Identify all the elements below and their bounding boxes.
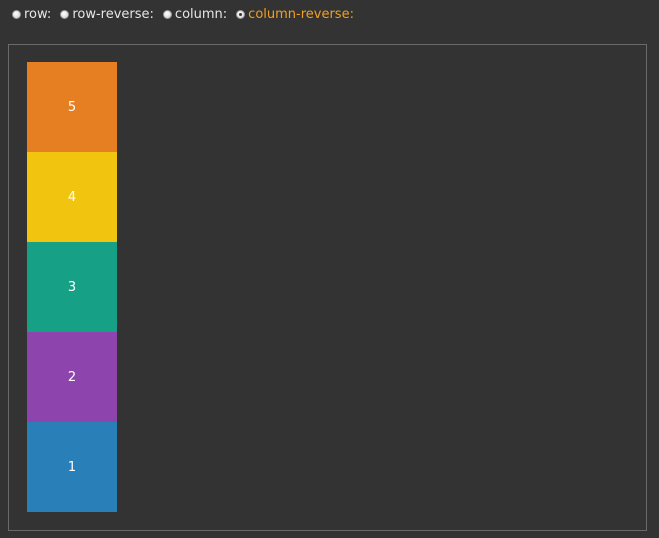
option-column[interactable]: column: — [162, 6, 228, 22]
flex-item-4-label: 4 — [67, 189, 77, 205]
flex-item-4: 4 — [27, 152, 117, 242]
flex-item-3-label: 3 — [67, 279, 77, 295]
option-row-label: row: — [24, 6, 52, 22]
flex-item-3: 3 — [27, 242, 117, 332]
option-column-label: column: — [174, 6, 228, 22]
flex-item-5: 5 — [27, 62, 117, 152]
option-row-reverse[interactable]: row-reverse: — [60, 7, 154, 22]
flex-item-1-label: 1 — [67, 459, 77, 475]
flex-container: 1 2 3 4 5 — [8, 44, 647, 531]
radio-row-reverse[interactable] — [60, 9, 70, 19]
option-row-reverse-label: row-reverse: — [72, 6, 154, 22]
radio-row[interactable] — [12, 9, 21, 19]
option-column-reverse-label: column-reverse: — [248, 6, 354, 22]
flex-items-stack: 1 2 3 4 5 — [27, 62, 117, 512]
option-column-reverse[interactable]: column-reverse: — [236, 7, 354, 22]
flex-item-5-label: 5 — [67, 99, 77, 115]
radio-column-reverse[interactable] — [236, 9, 246, 19]
radio-column[interactable] — [162, 9, 172, 19]
flex-direction-options: row: row-reverse: column: column-reverse… — [12, 6, 363, 22]
option-row[interactable]: row: — [12, 7, 51, 22]
flex-item-2: 2 — [27, 332, 117, 422]
flex-item-2-label: 2 — [67, 369, 77, 385]
flex-item-1: 1 — [27, 422, 117, 512]
